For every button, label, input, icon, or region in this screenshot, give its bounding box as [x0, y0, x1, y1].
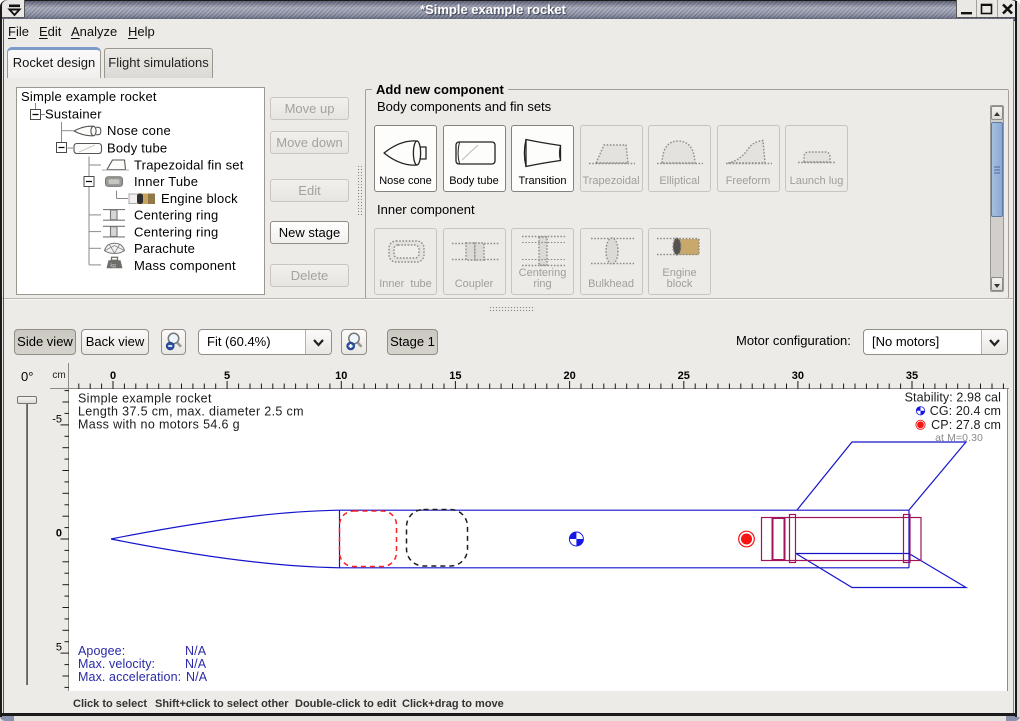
svg-text:25: 25 [678, 370, 690, 382]
svg-text:Centering ring: Centering ring [134, 224, 218, 239]
svg-text:0: 0 [56, 528, 62, 540]
svg-text:15: 15 [449, 370, 461, 382]
svg-text:Mass component: Mass component [134, 258, 236, 273]
svg-text:CP: 27.8 cm: CP: 27.8 cm [931, 418, 1001, 432]
svg-text:Simple example rocket: Simple example rocket [78, 392, 212, 406]
svg-text:N/A: N/A [186, 670, 208, 684]
svg-text:at M=0.30: at M=0.30 [935, 432, 983, 444]
svg-text:CG: 20.4 cm: CG: 20.4 cm [930, 404, 1001, 418]
svg-text:Length 37.5 cm, max. diameter: Length 37.5 cm, max. diameter 2.5 cm [78, 405, 304, 419]
svg-text:Centering ring: Centering ring [134, 208, 218, 223]
svg-text:Sustainer: Sustainer [45, 107, 102, 122]
svg-text:Nose cone: Nose cone [107, 123, 171, 138]
svg-text:Inner Tube: Inner Tube [134, 174, 198, 189]
svg-text:35: 35 [906, 370, 918, 382]
svg-text:0: 0 [110, 370, 116, 382]
svg-text:Max. acceleration:: Max. acceleration: [78, 670, 181, 684]
svg-text:Stability: 2.98 cal: Stability: 2.98 cal [905, 391, 1001, 405]
svg-text:Simple example rocket: Simple example rocket [21, 89, 157, 104]
svg-text:Mass with no motors 54.6 g: Mass with no motors 54.6 g [78, 418, 240, 432]
svg-text:30: 30 [792, 370, 804, 382]
svg-text:-5: -5 [52, 413, 62, 425]
svg-text:Trapezoidal fin set: Trapezoidal fin set [134, 157, 244, 172]
svg-text:10: 10 [335, 370, 347, 382]
svg-text:Apogee:: Apogee: [78, 644, 125, 658]
svg-text:Engine block: Engine block [161, 191, 238, 206]
svg-text:Max. velocity:: Max. velocity: [78, 657, 155, 671]
svg-text:5: 5 [56, 642, 62, 654]
svg-text:N/A: N/A [185, 644, 207, 658]
svg-text:Parachute: Parachute [134, 241, 195, 256]
svg-text:20: 20 [563, 370, 575, 382]
svg-text:kg: kg [111, 263, 117, 269]
svg-text:Body tube: Body tube [107, 141, 167, 156]
svg-text:N/A: N/A [185, 657, 207, 671]
svg-text:5: 5 [224, 370, 230, 382]
